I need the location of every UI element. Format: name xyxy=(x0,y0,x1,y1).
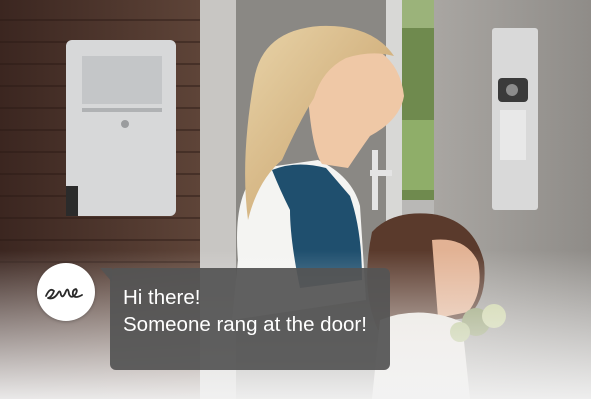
eve-logo-avatar xyxy=(37,263,95,321)
notification-greeting: Hi there! xyxy=(123,286,201,309)
doorbell-notification-bubble: Hi there! Someone rang at the door! xyxy=(100,268,390,370)
eve-logo-icon xyxy=(45,288,83,300)
doorbell-scene: Hi there! Someone rang at the door! xyxy=(0,0,591,399)
notification-message: Someone rang at the door! xyxy=(123,313,367,336)
